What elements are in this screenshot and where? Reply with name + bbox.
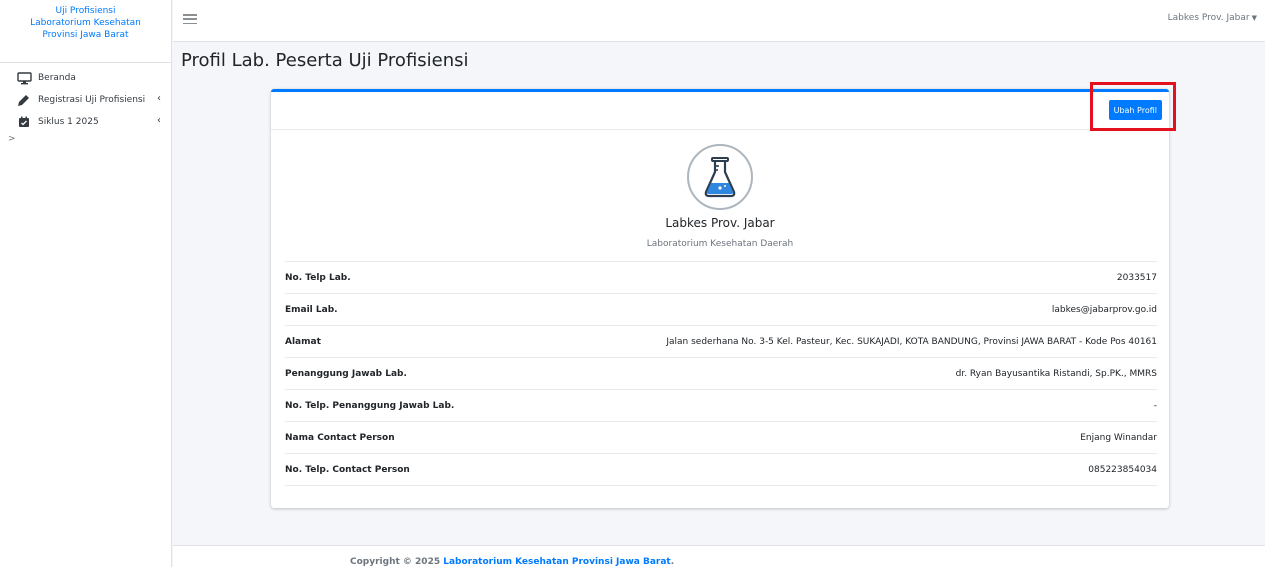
copyright-prefix: Copyright © 2025: [350, 557, 441, 567]
row-value: dr. Ryan Bayusantika Ristandi, Sp.PK., M…: [955, 368, 1157, 379]
copyright-suffix: .: [670, 557, 675, 567]
row-label: No. Telp Lab.: [285, 272, 351, 283]
row-value: Enjang Winandar: [1080, 432, 1157, 443]
row-label: Nama Contact Person: [285, 432, 395, 443]
user-menu[interactable]: Labkes Prov. Jabar ▼: [1168, 13, 1257, 23]
sidebar-item-label: Registrasi Uji Profisiensi: [38, 95, 146, 105]
brand-line-3: Provinsi Jawa Barat: [42, 30, 129, 40]
row-value: -: [1153, 400, 1157, 411]
row-value: labkes@jabarprov.go.id: [1051, 304, 1157, 315]
table-row: No. Telp Lab. 2033517: [285, 262, 1157, 294]
sidebar-item-registrasi[interactable]: Registrasi Uji Profisiensi ‹: [0, 89, 171, 111]
row-value: Jalan sederhana No. 3-5 Kel. Pasteur, Ke…: [666, 336, 1157, 347]
table-row: Alamat Jalan sederhana No. 3-5 Kel. Past…: [285, 326, 1157, 358]
caret-down-icon: ▼: [1251, 14, 1257, 22]
sidebar: Uji Profisiensi Laboratorium Kesehatan P…: [0, 0, 172, 567]
page-title: Profil Lab. Peserta Uji Profisiensi: [181, 50, 469, 71]
sidebar-item-beranda[interactable]: Beranda: [0, 67, 171, 89]
user-name: Labkes Prov. Jabar: [1167, 13, 1250, 23]
profile-details: No. Telp Lab. 2033517 Email Lab. labkes@…: [285, 261, 1157, 486]
card-header: Ubah Profil: [271, 92, 1169, 130]
row-label: Alamat: [285, 336, 321, 347]
row-label: No. Telp. Penanggung Jawab Lab.: [285, 400, 455, 411]
sidebar-item-label: Beranda: [38, 73, 76, 83]
table-row: No. Telp. Contact Person 085223854034: [285, 454, 1157, 486]
monitor-icon: [16, 71, 32, 85]
row-label: No. Telp. Contact Person: [285, 464, 410, 475]
lab-name: Labkes Prov. Jabar: [665, 216, 775, 230]
row-value: 085223854034: [1088, 464, 1157, 475]
brand[interactable]: Uji Profisiensi Laboratorium Kesehatan P…: [0, 0, 171, 63]
sidebar-item-siklus[interactable]: Siklus 1 2025 ‹: [0, 111, 171, 133]
edit-profile-button[interactable]: Ubah Profil: [1108, 100, 1162, 120]
table-row: No. Telp. Penanggung Jawab Lab. -: [285, 390, 1157, 422]
chevron-left-icon: ‹: [157, 93, 161, 104]
profile-card: Ubah Profil Labkes Prov. Jabar Laborator…: [271, 89, 1169, 508]
topbar: Labkes Prov. Jabar ▼: [173, 0, 1265, 42]
brand-line-1: Uji Profisiensi: [55, 6, 116, 16]
sidebar-item-label: Siklus 1 2025: [38, 117, 99, 127]
table-row: Penanggung Jawab Lab. dr. Ryan Bayusanti…: [285, 358, 1157, 390]
calendar-check-icon: [16, 115, 32, 129]
table-row: Email Lab. labkes@jabarprov.go.id: [285, 294, 1157, 326]
footer-link[interactable]: Laboratorium Kesehatan Provinsi Jawa Bar…: [443, 557, 671, 567]
brand-line-2: Laboratorium Kesehatan: [30, 18, 141, 28]
lab-type: Laboratorium Kesehatan Daerah: [646, 239, 794, 249]
row-value: 2033517: [1116, 272, 1157, 283]
row-label: Email Lab.: [285, 304, 338, 315]
sidebar-expander[interactable]: >: [8, 134, 16, 144]
footer: Copyright © 2025 Laboratorium Kesehatan …: [173, 545, 1265, 567]
row-label: Penanggung Jawab Lab.: [285, 368, 407, 379]
copyright-text: Copyright © 2025 Laboratorium Kesehatan …: [350, 557, 674, 567]
flask-icon: [687, 144, 753, 210]
table-row: Nama Contact Person Enjang Winandar: [285, 422, 1157, 454]
pencil-icon: [16, 93, 32, 107]
chevron-left-icon: ‹: [157, 115, 161, 126]
menu-toggle-icon[interactable]: [183, 12, 197, 26]
